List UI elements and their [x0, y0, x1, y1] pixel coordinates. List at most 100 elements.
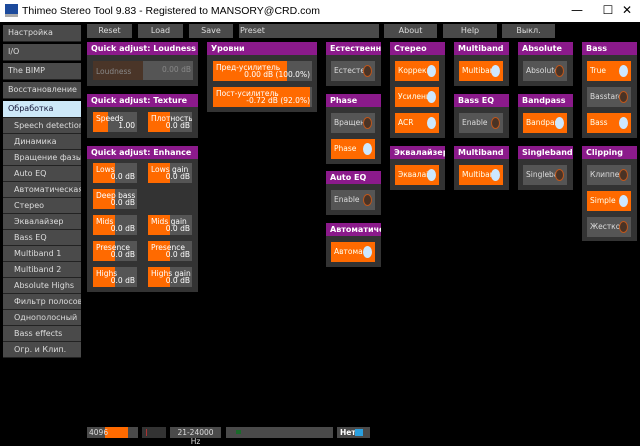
loudness-slider[interactable]: Loudness 0.00 dB — [93, 61, 193, 80]
led-off-icon — [363, 194, 372, 206]
led-on-icon — [619, 195, 628, 207]
led-on-icon — [619, 65, 628, 77]
pre-amp-slider[interactable]: Пред-усилитель 0.00 dB (100.0%) — [213, 61, 312, 81]
enhance-slider[interactable]: Mids gain 0.0 dB — [148, 215, 192, 235]
sidebar-subitem[interactable]: Эквалайзер — [3, 214, 81, 230]
save-button[interactable]: Save — [189, 24, 233, 38]
panel-title: Auto EQ — [326, 171, 381, 184]
sidebar-subitem[interactable]: Огр. и Клип. — [3, 342, 81, 358]
title-bar: Thimeo Stereo Tool 9.83 - Registered to … — [0, 0, 640, 22]
panel-title: Стерео — [390, 42, 445, 55]
toggle-button[interactable]: Phase — [331, 139, 375, 159]
toggle-button[interactable]: Усилени — [395, 87, 439, 107]
density-slider[interactable]: Плотность 0.0 dB — [148, 112, 192, 132]
close-button[interactable]: ✕ — [612, 3, 640, 19]
sidebar-subitem[interactable]: Absolute Highs — [3, 278, 81, 294]
sidebar-subitem[interactable]: Bass EQ — [3, 230, 81, 246]
enhance-slider[interactable]: Deep bass 0.0 dB — [93, 189, 137, 209]
no-toggle[interactable]: Нет — [337, 427, 370, 438]
post-amp-slider[interactable]: Пост-усилитель -0.72 dB (92.0%) — [213, 87, 312, 107]
slider-value: 0.0 dB — [165, 172, 190, 181]
toggle-button[interactable]: Естесте — [331, 61, 375, 81]
led-off-icon — [491, 117, 500, 129]
toggle-button[interactable]: Bandpas — [523, 113, 567, 133]
load-button[interactable]: Load — [138, 24, 183, 38]
led-off-icon — [555, 169, 564, 181]
toggle-button[interactable]: ACR — [395, 113, 439, 133]
slider-value: 0.0 dB — [110, 224, 135, 233]
toggle-button[interactable]: Клиппер — [587, 165, 631, 185]
led-on-icon — [427, 117, 436, 129]
toggle-button[interactable]: Multiban — [459, 61, 503, 81]
led-off-icon — [363, 65, 372, 77]
off-button[interactable]: Выкл. — [502, 24, 555, 38]
blue-indicator-icon — [355, 429, 363, 436]
sidebar-subitem[interactable]: Динамика — [3, 134, 81, 150]
toggle-panel: Естественна Естесте — [326, 42, 381, 86]
enhance-slider[interactable]: Lows gain 0.0 dB — [148, 163, 192, 183]
sidebar-subitem[interactable]: Вращение фазы — [3, 150, 81, 166]
panel-title: Absolute — [518, 42, 573, 55]
sidebar-subitem[interactable]: Стерео — [3, 198, 81, 214]
sidebar-item[interactable]: Настройка — [3, 25, 81, 42]
level-meter — [142, 427, 166, 438]
toggle-button[interactable]: Simple — [587, 191, 631, 211]
block-size-slider[interactable]: 4096 — [87, 427, 138, 438]
toggle-button[interactable]: Multiban — [459, 165, 503, 185]
sidebar-subitem[interactable]: Bass effects — [3, 326, 81, 342]
slider-value: 0.0 dB — [110, 250, 135, 259]
block-size-value: 4096 — [89, 428, 109, 437]
led-on-icon — [427, 169, 436, 181]
toggle-button[interactable]: Bass — [587, 113, 631, 133]
slider-value: 0.0 dB — [165, 276, 190, 285]
led-off-icon — [555, 65, 564, 77]
toggle-panel: Multiband Multiban — [454, 146, 509, 190]
sidebar-item[interactable]: I/O — [3, 44, 81, 61]
sidebar-subitem[interactable]: Multiband 1 — [3, 246, 81, 262]
toggle-button[interactable]: Эквалаі — [395, 165, 439, 185]
panel-title: Multiband — [454, 146, 509, 159]
speeds-slider[interactable]: Speeds 1.00 — [93, 112, 137, 132]
toggle-panel: Стерео Коррекц Усилени ACR — [390, 42, 445, 138]
enhance-slider[interactable]: Highs gain 0.0 dB — [148, 267, 192, 287]
sidebar-subitem[interactable]: Однополосный — [3, 310, 81, 326]
slider-value: 0.00 dB (100.0%) — [244, 70, 310, 79]
toggle-button[interactable]: Enable — [331, 190, 375, 210]
toggle-button[interactable]: Вращен — [331, 113, 375, 133]
enhance-slider[interactable]: Lows 0.0 dB — [93, 163, 137, 183]
preset-field[interactable]: Preset — [239, 24, 379, 38]
enhance-slider[interactable]: Mids 0.0 dB — [93, 215, 137, 235]
minimize-button[interactable]: — — [562, 3, 592, 19]
sidebar-item[interactable]: Восстановление — [3, 82, 81, 99]
enhance-slider[interactable]: Presence 0.0 dB — [93, 241, 137, 261]
sidebar-subitem[interactable]: Автоматическая — [3, 182, 81, 198]
panel-title: Quick adjust: Enhance — [87, 146, 198, 159]
led-on-icon — [363, 143, 372, 155]
sidebar-subitem[interactable]: Фильтр полосовой — [3, 294, 81, 310]
reset-button[interactable]: Reset — [87, 24, 132, 38]
led-off-icon — [619, 169, 628, 181]
sidebar-subitem[interactable]: Multiband 2 — [3, 262, 81, 278]
enhance-slider[interactable]: Highs 0.0 dB — [93, 267, 137, 287]
toggle-button[interactable]: Absolute — [523, 61, 567, 81]
toggle-button[interactable]: Basstarc — [587, 87, 631, 107]
toggle-button[interactable]: True — [587, 61, 631, 81]
panel-title: Bass EQ — [454, 94, 509, 107]
toggle-button[interactable]: Автома — [331, 242, 375, 262]
toggle-panel: Bass EQ Enable — [454, 94, 509, 138]
toggle-button[interactable]: Жестко — [587, 217, 631, 237]
sidebar-subitem[interactable]: Auto EQ — [3, 166, 81, 182]
toggle-button[interactable]: Коррекц — [395, 61, 439, 81]
slider-value: 0.0 dB — [110, 172, 135, 181]
sidebar-item[interactable]: The BIMP — [3, 63, 81, 80]
enhance-slider[interactable]: Presence 0.0 dB — [148, 241, 192, 261]
about-button[interactable]: About — [384, 24, 437, 38]
help-button[interactable]: Help — [443, 24, 497, 38]
led-on-icon — [363, 246, 372, 258]
sidebar-subitem[interactable]: Speech detection — [3, 118, 81, 134]
toggle-button[interactable]: Singleba — [523, 165, 567, 185]
toggle-button[interactable]: Enable — [459, 113, 503, 133]
panel-title: Quick adjust: Texture — [87, 94, 198, 107]
toggle-panel: Bandpass Bandpas — [518, 94, 573, 138]
sidebar-item[interactable]: Обработка — [3, 101, 81, 118]
